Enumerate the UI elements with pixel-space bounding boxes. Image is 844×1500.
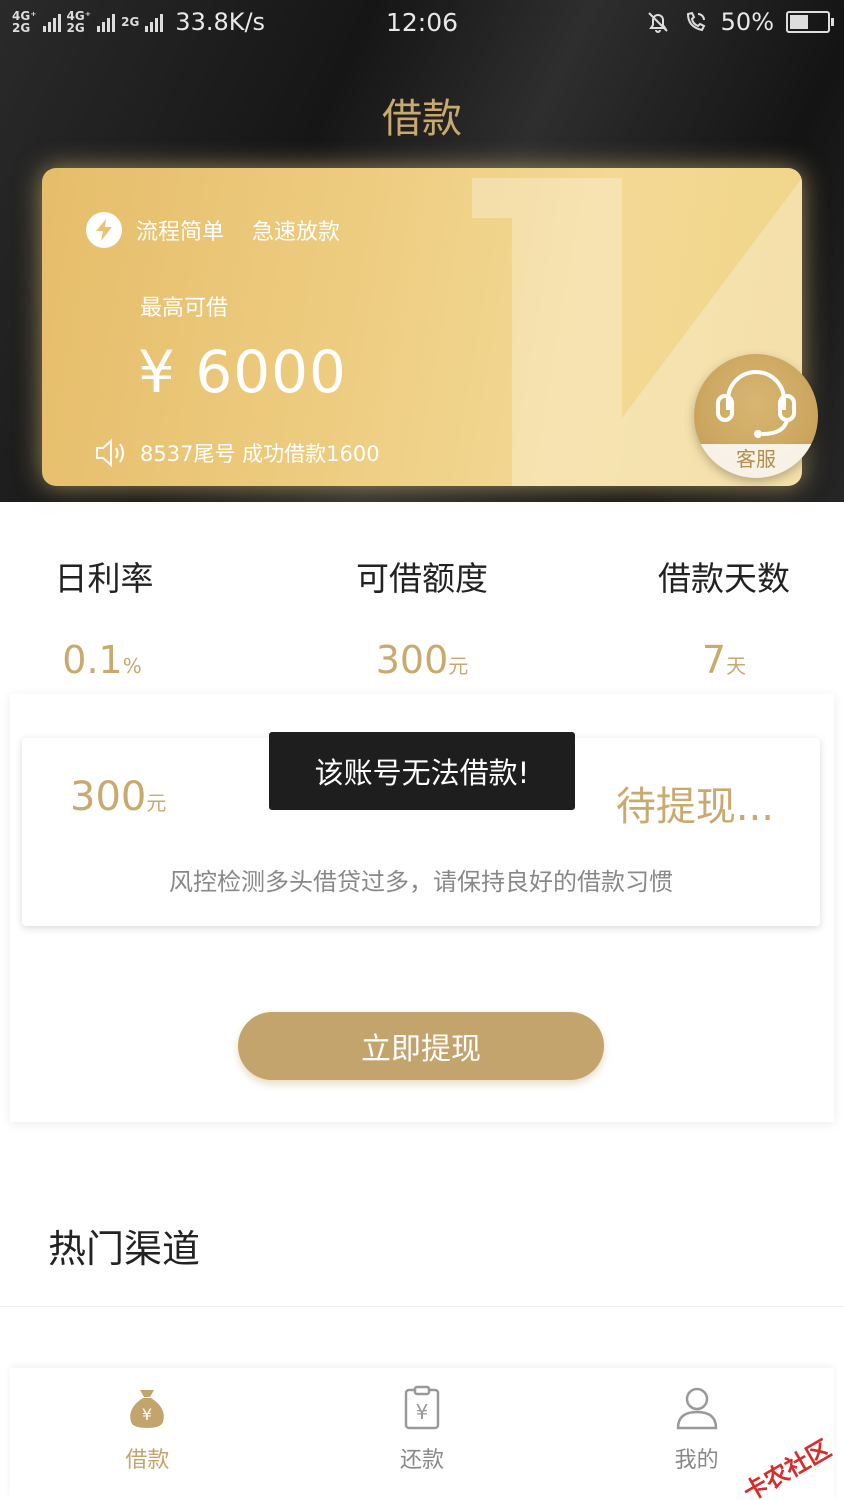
loan-notice: 8537尾号 成功借款1600 [94, 438, 380, 468]
header: 4G⁺ 2G 4G⁺ 2G 2G 33.8K/s 12:06 50% 借款 流程… [0, 0, 844, 502]
loan-limit-card: 流程简单 急速放款 最高可借 ¥ 6000 8537尾号 成功借款1600 [42, 168, 802, 486]
tab-label: 还款 [400, 1448, 445, 1473]
tag-simple-process: 流程简单 [136, 220, 225, 245]
silent-bell-icon [647, 12, 668, 33]
tab-repay[interactable]: ¥ 还款 [285, 1368, 560, 1500]
battery-fill [790, 15, 808, 29]
card-tags: 流程简单 急速放款 [86, 212, 340, 248]
tag-fast-loan: 急速放款 [252, 220, 341, 245]
loan-record-amount: 300元 [70, 774, 166, 820]
money-bag-icon: ¥ [130, 1390, 165, 1428]
status-right: 50% [645, 8, 834, 36]
customer-service-button[interactable]: 客服 [694, 354, 818, 478]
bottom-tab-bar: ¥ 借款 ¥ 还款 我的 [10, 1368, 834, 1500]
loan-notice-text: 8537尾号 成功借款1600 [140, 442, 380, 466]
section-divider [0, 1306, 844, 1307]
user-icon [676, 1387, 717, 1430]
lightning-icon [86, 212, 122, 248]
stat-credit-limit-value: 300元 [292, 638, 552, 682]
customer-service-label: 客服 [694, 444, 818, 478]
loan-record-status: 待提现... [615, 784, 774, 830]
stat-unit: 元 [448, 654, 469, 678]
stat-value: 300 [375, 638, 449, 682]
tab-borrow[interactable]: ¥ 借款 [10, 1368, 285, 1500]
stat-credit-limit: 可借额度 [292, 552, 552, 600]
stat-unit: % [122, 654, 142, 678]
svg-text:¥: ¥ [416, 1400, 429, 1424]
page-title: 借款 [382, 96, 462, 142]
stat-label: 日利率 [54, 559, 154, 598]
battery-icon [786, 11, 834, 33]
tab-label: 借款 [125, 1448, 170, 1473]
wifi-call-icon [686, 11, 705, 32]
status-bar: 4G⁺ 2G 4G⁺ 2G 2G 33.8K/s 12:06 50% [0, 0, 844, 46]
error-toast: 该账号无法借款! [269, 732, 575, 810]
repay-icon: ¥ [404, 1385, 440, 1430]
speaker-icon [96, 438, 124, 468]
max-borrow-label: 最高可借 [140, 296, 229, 321]
loan-record-amount-value: 300 [70, 774, 147, 820]
svg-text:¥: ¥ [142, 1405, 152, 1424]
stat-loan-days-value: 7天 [594, 638, 844, 682]
stat-value: 0.1 [62, 638, 123, 682]
risk-control-note: 风控检测多头借贷过多，请保持良好的借款习惯 [169, 868, 673, 896]
stat-daily-rate: 日利率 [0, 552, 234, 600]
stat-label: 借款天数 [658, 559, 790, 598]
stat-label: 可借额度 [356, 559, 488, 598]
stat-daily-rate-value: 0.1% [0, 638, 232, 682]
stat-loan-days: 借款天数 [594, 552, 844, 600]
battery-text: 50% [720, 8, 774, 36]
tab-label: 我的 [674, 1448, 719, 1473]
headset-icon [716, 370, 796, 438]
loan-record-amount-unit: 元 [146, 791, 167, 815]
section-title-hot-channels: 热门渠道 [48, 1227, 201, 1271]
withdraw-button[interactable]: 立即提现 [238, 1012, 604, 1080]
max-borrow-amount: ¥ 6000 [138, 338, 347, 406]
stat-unit: 天 [726, 654, 747, 678]
stat-value: 7 [701, 638, 727, 682]
